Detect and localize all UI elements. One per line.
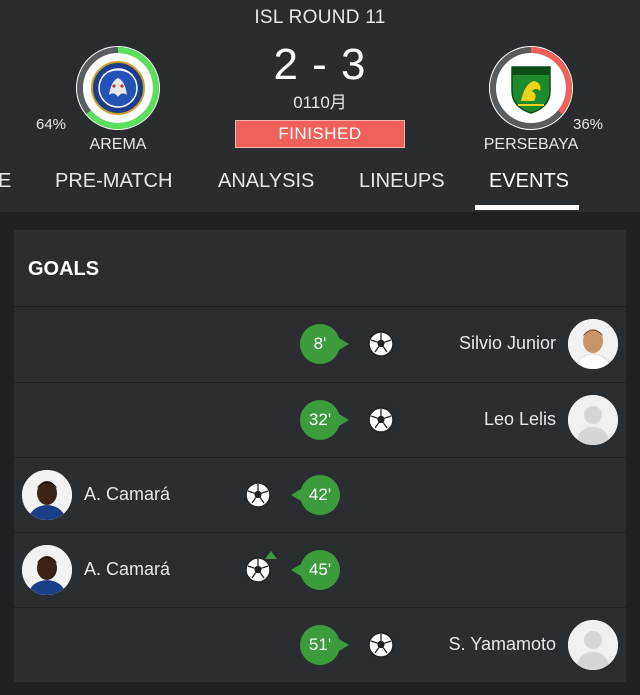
goal-event-row[interactable]: A. Camará 45' bbox=[14, 532, 626, 606]
tab-lineups[interactable]: LINEUPS bbox=[359, 170, 445, 193]
home-possession-label: 64% bbox=[36, 116, 67, 133]
player-name: Silvio Junior bbox=[458, 333, 556, 353]
minute-badge: 42' bbox=[291, 475, 340, 515]
soccer-ball-icon bbox=[368, 407, 394, 433]
away-possession-label: 36% bbox=[573, 116, 604, 133]
placeholder-avatar bbox=[568, 620, 618, 670]
tab-events[interactable]: EVENTS bbox=[489, 170, 569, 193]
active-tab-indicator bbox=[475, 205, 579, 210]
status-badge: FINISHED bbox=[235, 120, 405, 148]
soccer-ball-assist-icon bbox=[245, 557, 271, 583]
minute-badge: 8' bbox=[300, 324, 349, 364]
minute-badge: 32' bbox=[300, 400, 349, 440]
score: 2 - 3 bbox=[273, 40, 367, 89]
goals-title: GOALS bbox=[28, 258, 100, 280]
away-team-name[interactable]: PERSEBAYA bbox=[478, 136, 584, 154]
round-label: ISL ROUND 11 bbox=[254, 7, 386, 28]
goal-event-row[interactable]: 51' S. Yamamoto bbox=[14, 607, 626, 681]
goal-event-row[interactable]: A. Camará 42' bbox=[14, 457, 626, 531]
player-avatar bbox=[22, 545, 72, 595]
match-date: 0110月 bbox=[293, 93, 347, 112]
soccer-ball-icon bbox=[368, 632, 394, 658]
minute-badge: 45' bbox=[291, 550, 340, 590]
arema-crest-icon bbox=[91, 61, 145, 115]
player-avatar bbox=[568, 319, 618, 369]
placeholder-avatar bbox=[568, 395, 618, 445]
player-avatar bbox=[22, 470, 72, 520]
persebaya-crest-icon bbox=[504, 61, 558, 115]
player-name: Leo Lelis bbox=[483, 409, 556, 429]
player-name: A. Camará bbox=[84, 559, 171, 579]
tab-partial[interactable]: E bbox=[0, 170, 11, 193]
goal-event-row[interactable]: 8' Silvio Junior bbox=[14, 306, 626, 380]
home-team-logo[interactable] bbox=[72, 42, 164, 134]
tab-analysis[interactable]: ANALYSIS bbox=[218, 170, 314, 193]
player-name: A. Camará bbox=[84, 484, 171, 504]
soccer-ball-icon bbox=[368, 331, 394, 357]
match-header: ISL ROUND 11 64% AREMA 2 - 3 0110月 FINIS… bbox=[0, 0, 640, 212]
goal-event-row[interactable]: 32' Leo Lelis bbox=[14, 382, 626, 456]
arrow-up-icon bbox=[265, 551, 277, 559]
tab-pre-match[interactable]: PRE-MATCH bbox=[55, 170, 172, 193]
minute-badge: 51' bbox=[300, 625, 349, 665]
home-team-name[interactable]: AREMA bbox=[70, 136, 166, 154]
soccer-ball-icon bbox=[245, 482, 271, 508]
away-team-logo[interactable] bbox=[485, 42, 577, 134]
player-name: S. Yamamoto bbox=[448, 634, 556, 654]
